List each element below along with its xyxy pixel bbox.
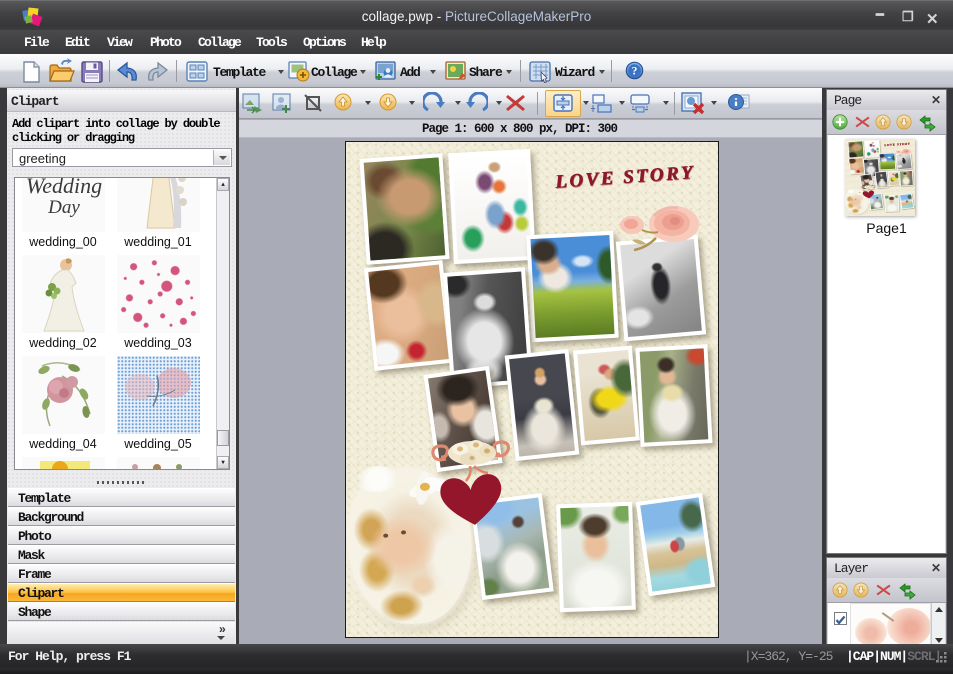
- svg-text:?: ?: [632, 65, 638, 78]
